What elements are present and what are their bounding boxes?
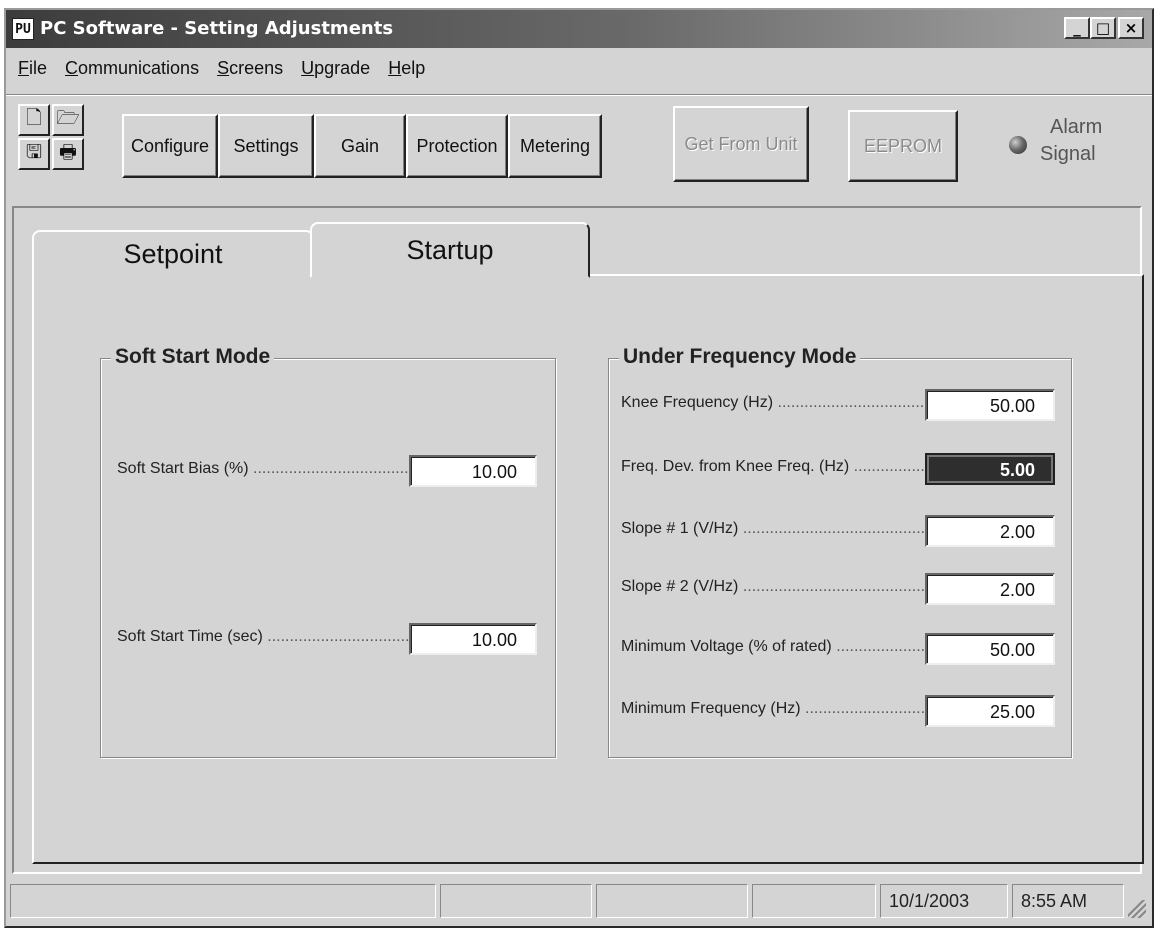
eeprom-button[interactable]: EEPROM bbox=[848, 110, 958, 182]
menu-bar: File Communications Screens Upgrade Help bbox=[12, 58, 437, 84]
toolbar-divider bbox=[6, 94, 1152, 96]
slope-1-label: Slope # 1 (V/Hz) bbox=[621, 520, 925, 538]
alarm-label-line1: Alarm bbox=[1050, 116, 1103, 138]
status-bar: 10/1/2003 8:55 AM bbox=[10, 884, 1148, 920]
new-file-icon[interactable]: 🗋 bbox=[18, 104, 50, 136]
soft-start-bias-row: Soft Start Bias (%) 10.00 bbox=[117, 455, 537, 489]
minimum-voltage-field[interactable]: 50.00 bbox=[925, 633, 1055, 665]
menu-upgrade[interactable]: Upgrade bbox=[295, 58, 382, 84]
save-icon[interactable]: 🖫 bbox=[18, 138, 50, 170]
freq-dev-row: Freq. Dev. from Knee Freq. (Hz) 5.00 bbox=[621, 453, 1061, 487]
soft-start-bias-field[interactable]: 10.00 bbox=[409, 455, 537, 487]
under-frequency-title: Under Frequency Mode bbox=[619, 345, 861, 369]
get-from-unit-button[interactable]: Get From Unit bbox=[673, 106, 809, 182]
minimum-frequency-label: Minimum Frequency (Hz) bbox=[621, 700, 925, 718]
app-logo-icon: PU bbox=[12, 18, 34, 40]
minimum-frequency-row: Minimum Frequency (Hz) 25.00 bbox=[621, 695, 1061, 729]
menu-file[interactable]: File bbox=[12, 58, 59, 84]
configure-button[interactable]: Configure bbox=[122, 114, 218, 178]
window-title: PC Software - Setting Adjustments bbox=[40, 18, 394, 39]
print-icon[interactable]: 🖶 bbox=[52, 138, 84, 170]
settings-panel: Soft Start Mode Soft Start Bias (%) 10.0… bbox=[12, 206, 1144, 874]
tab-setpoint[interactable]: Setpoint bbox=[32, 230, 314, 276]
alarm-signal-label: Alarm Signal bbox=[1040, 114, 1140, 168]
title-bar[interactable]: PU PC Software - Setting Adjustments _ □… bbox=[6, 10, 1152, 48]
status-date: 10/1/2003 bbox=[880, 884, 1008, 918]
soft-start-time-field[interactable]: 10.00 bbox=[409, 623, 537, 655]
open-folder-icon[interactable]: 🗁 bbox=[52, 104, 84, 136]
close-button[interactable]: × bbox=[1118, 17, 1144, 39]
knee-frequency-label: Knee Frequency (Hz) bbox=[621, 394, 925, 412]
soft-start-group: Soft Start Mode Soft Start Bias (%) 10.0… bbox=[100, 345, 556, 758]
soft-start-title: Soft Start Mode bbox=[111, 345, 275, 369]
slope-2-label: Slope # 2 (V/Hz) bbox=[621, 578, 925, 596]
knee-frequency-row: Knee Frequency (Hz) 50.00 bbox=[621, 389, 1061, 423]
alarm-indicator-icon bbox=[1009, 136, 1027, 154]
resize-grip-icon[interactable] bbox=[1128, 900, 1146, 918]
status-cell-3 bbox=[596, 884, 748, 918]
under-frequency-group: Under Frequency Mode Knee Frequency (Hz)… bbox=[608, 345, 1072, 758]
freq-dev-field[interactable]: 5.00 bbox=[925, 453, 1055, 485]
menu-communications[interactable]: Communications bbox=[59, 58, 211, 84]
soft-start-time-label: Soft Start Time (sec) bbox=[117, 628, 409, 646]
status-cell-4 bbox=[752, 884, 876, 918]
menu-screens[interactable]: Screens bbox=[211, 58, 295, 84]
slope-2-row: Slope # 2 (V/Hz) 2.00 bbox=[621, 573, 1061, 607]
alarm-label-line2: Signal bbox=[1040, 143, 1096, 165]
knee-frequency-field[interactable]: 50.00 bbox=[925, 389, 1055, 421]
minimum-voltage-label: Minimum Voltage (% of rated) bbox=[621, 638, 925, 656]
minimum-frequency-field[interactable]: 25.00 bbox=[925, 695, 1055, 727]
freq-dev-label: Freq. Dev. from Knee Freq. (Hz) bbox=[621, 458, 925, 476]
soft-start-bias-label: Soft Start Bias (%) bbox=[117, 460, 409, 478]
maximize-button[interactable]: □ bbox=[1090, 17, 1116, 39]
status-time: 8:55 AM bbox=[1012, 884, 1124, 918]
minimize-button[interactable]: _ bbox=[1064, 17, 1090, 39]
slope-1-field[interactable]: 2.00 bbox=[925, 515, 1055, 547]
slope-2-field[interactable]: 2.00 bbox=[925, 573, 1055, 605]
slope-1-row: Slope # 1 (V/Hz) 2.00 bbox=[621, 515, 1061, 549]
minimum-voltage-row: Minimum Voltage (% of rated) 50.00 bbox=[621, 633, 1061, 667]
tab-startup[interactable]: Startup bbox=[310, 222, 590, 278]
status-cell-1 bbox=[10, 884, 436, 918]
soft-start-time-row: Soft Start Time (sec) 10.00 bbox=[117, 623, 537, 657]
protection-button[interactable]: Protection bbox=[406, 114, 508, 178]
menu-help[interactable]: Help bbox=[382, 58, 437, 84]
startup-tab-content: Soft Start Mode Soft Start Bias (%) 10.0… bbox=[32, 274, 1144, 864]
status-cell-2 bbox=[440, 884, 592, 918]
settings-button[interactable]: Settings bbox=[218, 114, 314, 178]
app-window: PU PC Software - Setting Adjustments _ □… bbox=[4, 8, 1154, 928]
metering-button[interactable]: Metering bbox=[508, 114, 602, 178]
gain-button[interactable]: Gain bbox=[314, 114, 406, 178]
